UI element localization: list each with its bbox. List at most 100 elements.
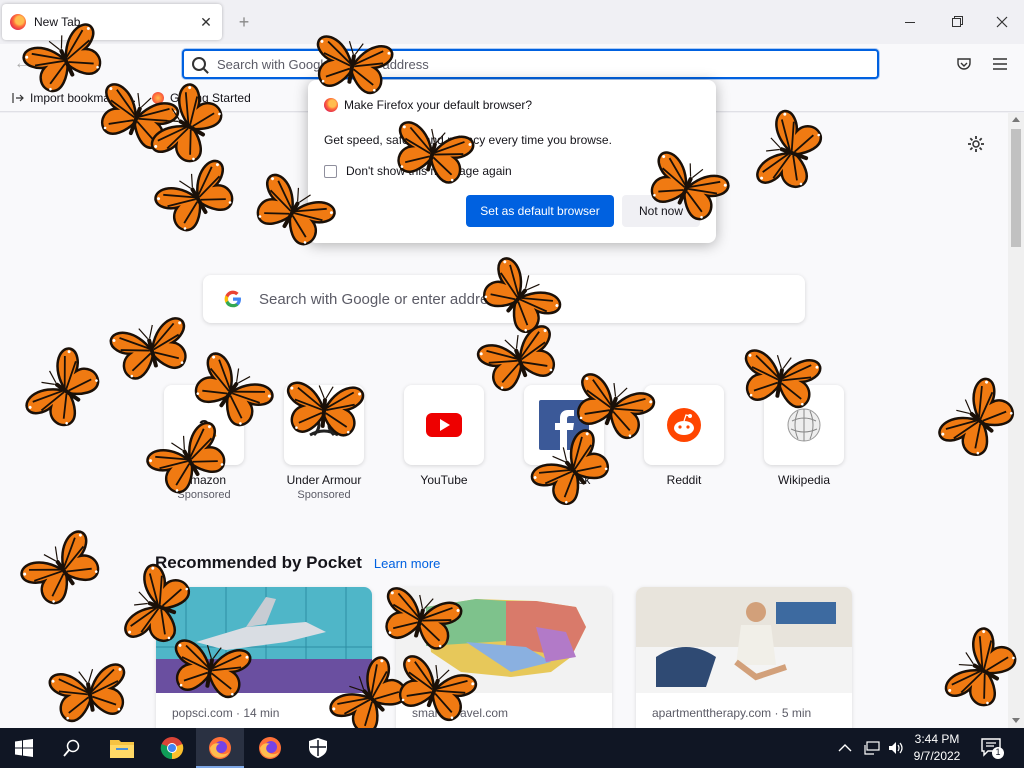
firefox-icon [209,737,231,759]
card-source: popsci.com · 14 min [172,706,280,720]
bookmark-label: Import bookmarks... [30,90,137,105]
navigation-toolbar: ← [0,44,1024,84]
amazon-icon: a [191,414,217,440]
shortcut-label: Wikipedia [777,473,831,487]
url-input[interactable] [217,56,817,72]
shortcut-tile [644,385,724,465]
search-icon [192,57,206,71]
shortcut-label: YouTube [420,473,468,487]
dialog-header: Make Firefox your default browser? [324,98,532,112]
system-tray [838,728,904,768]
newtab-search-placeholder: Search with Google or enter address [259,290,504,308]
minimize-icon [905,21,915,23]
dialog-title: Make Firefox your default browser? [344,98,533,112]
newtab-search-box[interactable]: Search with Google or enter address [203,275,805,323]
pocket-section-header: Recommended by Pocket Learn more [155,553,440,573]
back-button[interactable]: ← [12,54,32,74]
shortcut-label: Under Armour [286,473,362,487]
clock-date: 9/7/2022 [913,749,961,763]
shortcut-sponsored: Sponsored [177,489,231,501]
pocket-card[interactable]: smartertravel.com [396,587,612,728]
folder-icon [110,740,134,758]
action-center-button[interactable]: 1 [980,736,1004,760]
clock-time: 3:44 PM [914,732,960,746]
not-now-button[interactable]: Not now [622,195,700,227]
volume-icon[interactable] [888,741,904,755]
pocket-learn-more-link[interactable]: Learn more [374,556,440,571]
start-button[interactable] [0,728,48,768]
pocket-icon [957,58,971,70]
firefox-bookmark-icon [152,91,165,104]
shortcut-under-armour[interactable]: Under Armour Sponsored [284,385,364,501]
vertical-scrollbar[interactable] [1008,113,1024,728]
taskbar-search-button[interactable] [48,728,96,768]
tab-new-tab[interactable]: New Tab ✕ [2,4,222,40]
close-icon [996,16,1008,28]
minimize-button[interactable] [896,8,924,36]
card-thumbnail-image [636,587,852,693]
firefox-icon [259,737,281,759]
taskbar-firefox[interactable] [246,728,294,768]
shortcut-label: Amazon [181,473,227,487]
youtube-icon [426,413,462,437]
taskbar-firefox-active[interactable] [196,728,244,768]
taskbar-security[interactable] [294,728,342,768]
new-tab-button[interactable]: + [234,12,254,32]
card-source: apartmenttherapy.com · 5 min [652,706,812,720]
network-icon[interactable] [864,741,880,755]
dont-show-again-checkbox[interactable]: Don't show this message again [324,164,512,178]
bookmark-import[interactable]: Import bookmarks... [12,91,136,105]
bookmark-getting-started[interactable]: Getting Started [152,91,251,105]
dialog-body: Get speed, safety, and privacy every tim… [324,133,612,147]
card-thumbnail-image [396,587,612,693]
pocket-button[interactable] [954,54,974,74]
chevron-up-icon[interactable] [838,743,852,753]
shield-icon [309,738,327,758]
shortcut-tile [404,385,484,465]
taskbar-file-explorer[interactable] [98,728,146,768]
card-thumbnail-image [156,587,372,693]
pocket-card[interactable]: popsci.com · 14 min [156,587,372,728]
close-window-button[interactable] [988,8,1016,36]
card-source: smartertravel.com [412,706,509,720]
notification-count: 1 [995,747,1001,757]
scrollbar-thumb[interactable] [1011,129,1021,247]
windows-logo-icon [15,739,33,757]
import-icon [12,92,24,103]
google-icon [224,290,241,308]
hamburger-menu-icon [993,58,1007,70]
set-default-browser-button[interactable]: Set as default browser [466,195,614,227]
pocket-title: Recommended by Pocket [155,553,362,572]
scroll-up-arrow-icon[interactable] [1012,117,1020,122]
tab-close-icon[interactable]: ✕ [198,14,214,30]
firefox-logo-icon [324,98,338,112]
search-icon [63,739,80,757]
scroll-down-arrow-icon[interactable] [1012,718,1020,723]
reddit-icon [667,408,701,442]
shortcut-tile [764,385,844,465]
url-bar[interactable] [182,49,879,79]
app-menu-button[interactable] [990,54,1010,74]
pocket-card[interactable]: apartmenttherapy.com · 5 min [636,587,852,728]
tab-strip: New Tab ✕ + [0,0,1024,44]
firefox-favicon-icon [10,14,26,30]
shortcut-label: Facebook [537,473,591,487]
gear-icon[interactable] [966,134,986,154]
taskbar-clock[interactable]: 3:44 PM 9/7/2022 [905,731,969,765]
shortcut-facebook[interactable]: Facebook [524,385,604,487]
svg-text:a: a [198,414,210,436]
shortcut-sponsored: Sponsored [297,489,351,501]
shortcut-wikipedia[interactable]: Wikipedia [764,385,844,487]
shortcut-label: Reddit [666,473,702,487]
shortcut-tile [284,385,364,465]
taskbar-chrome[interactable] [148,728,196,768]
checkbox-box[interactable] [324,164,337,178]
shortcut-amazon[interactable]: a Amazon Sponsored [164,385,244,501]
shortcut-tile [524,385,604,465]
checkbox-label: Don't show this message again [346,164,512,178]
shortcut-reddit[interactable]: Reddit [644,385,724,487]
restore-button[interactable] [942,8,970,36]
shortcut-youtube[interactable]: YouTube [404,385,484,487]
shortcut-tile: a [164,385,244,465]
chrome-icon [160,737,184,760]
